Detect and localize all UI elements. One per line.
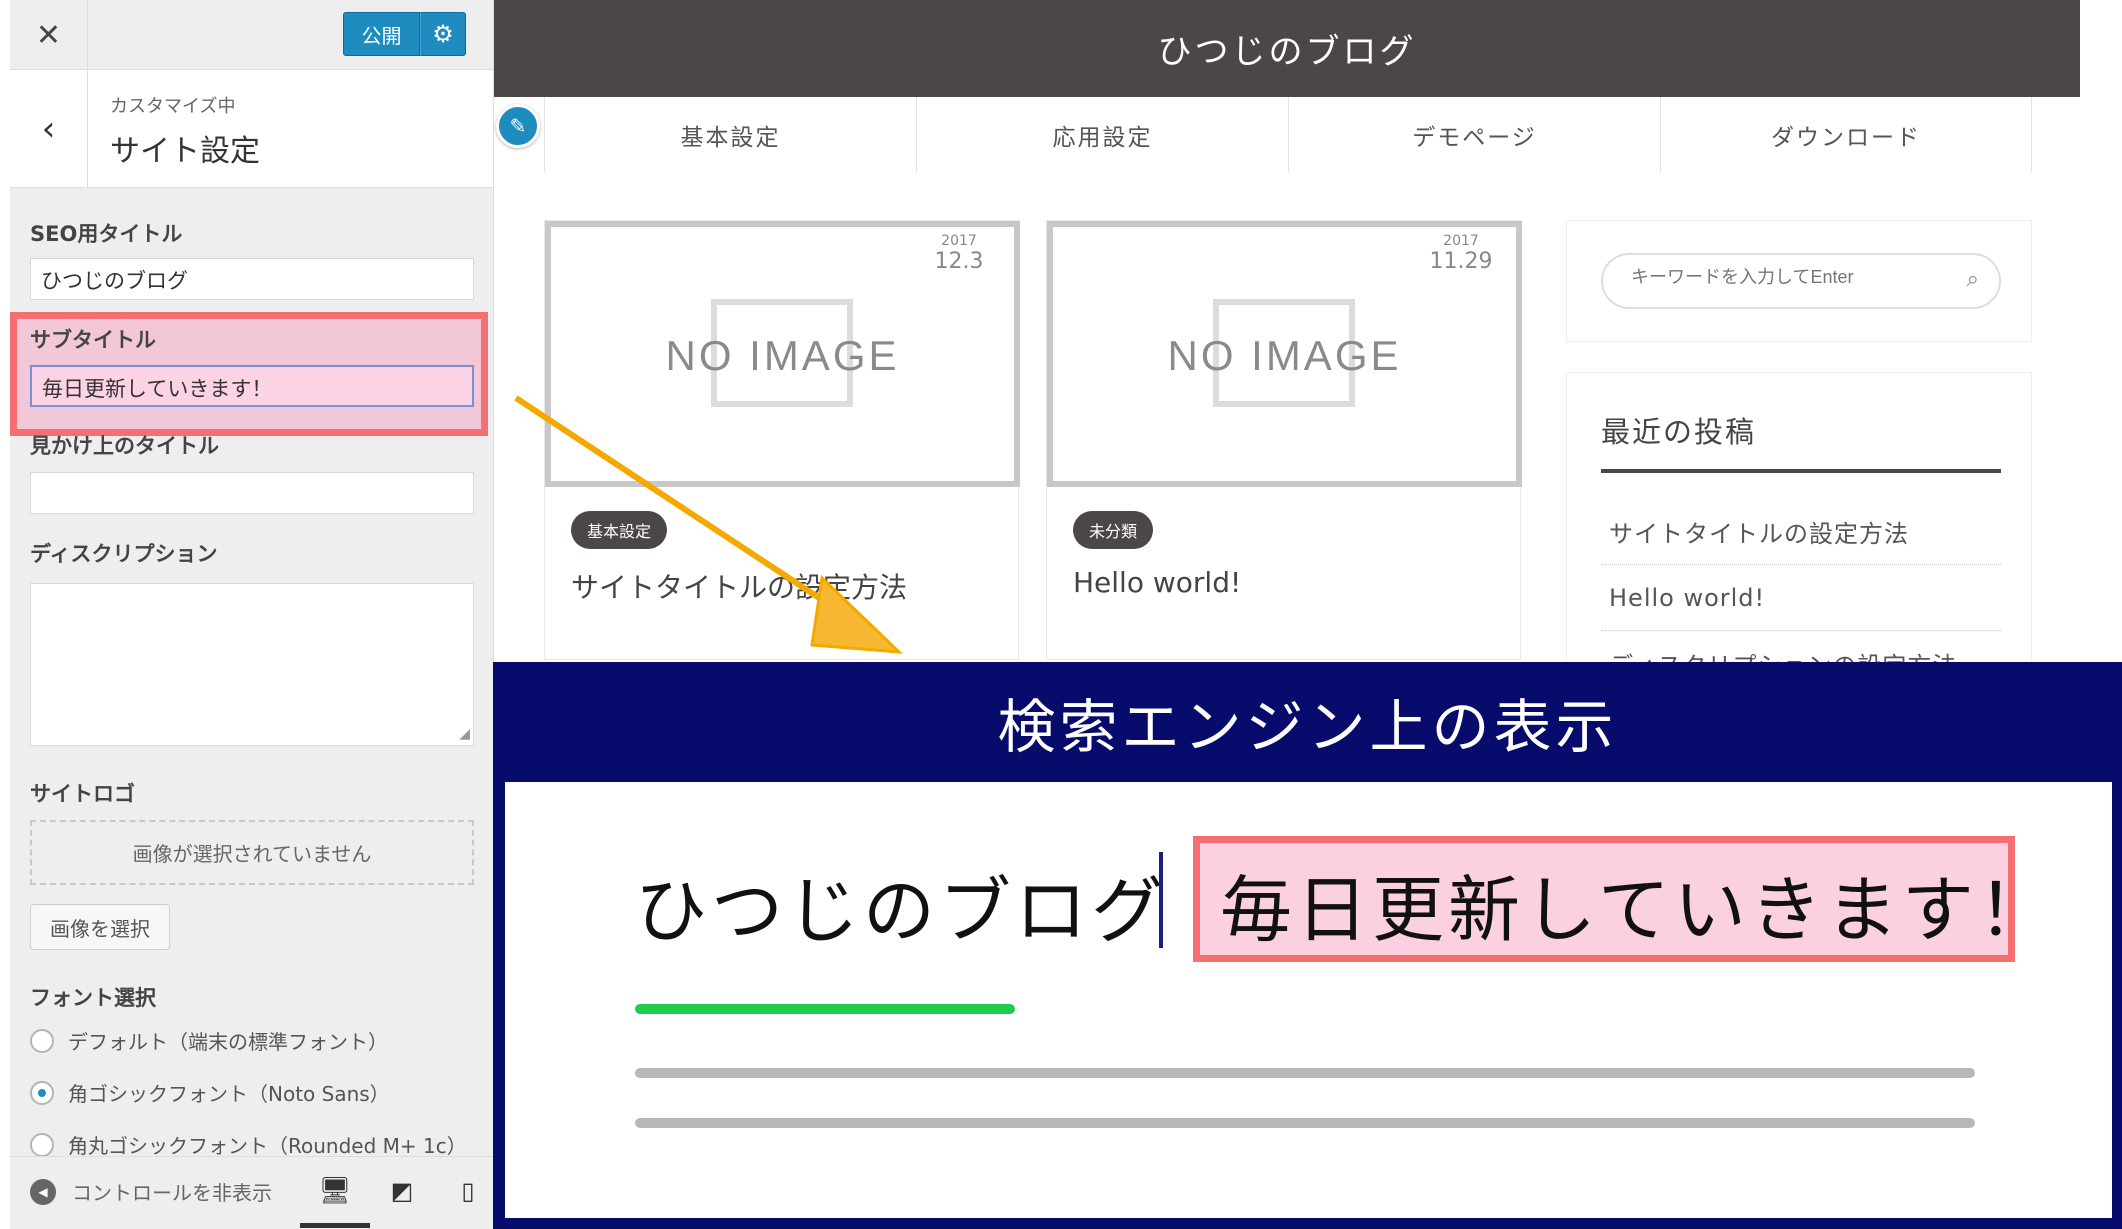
post-day: 12.3 [934, 249, 984, 274]
nav-item[interactable]: 基本設定 [544, 97, 916, 172]
radio-button[interactable] [30, 1132, 54, 1157]
search-box[interactable]: ⌕ [1601, 253, 2001, 309]
recent-posts-title: 最近の投稿 [1601, 415, 1757, 449]
post-card[interactable]: NO IMAGE 2017 12.3 基本設定 サイトタイトルの設定方法 [544, 220, 1020, 660]
section-title: サイト設定 [110, 134, 260, 169]
post-day: 11.29 [1429, 249, 1493, 274]
post-date: 2017 11.29 [1420, 227, 1502, 289]
active-device-indicator [300, 1223, 370, 1228]
font-option-label: 角ゴシックフォント（Noto Sans） [68, 1082, 390, 1106]
subtitle-input[interactable]: 毎日更新していきます！ [30, 365, 474, 407]
gear-icon[interactable]: ⚙ [420, 12, 466, 56]
post-card[interactable]: NO IMAGE 2017 11.29 未分類 Hello world! [1046, 220, 1522, 660]
close-icon[interactable]: ✕ [10, 0, 88, 70]
serp-separator [1159, 852, 1163, 948]
tablet-device-icon[interactable]: ◩ [382, 1171, 422, 1211]
breadcrumb: カスタマイズ中 [110, 96, 236, 117]
post-title[interactable]: Hello world! [1073, 566, 1241, 599]
screen: ✕ 公開 ⚙ ‹ カスタマイズ中 サイト設定 SEO用タイトル ひつじのブログ … [0, 0, 2122, 1229]
serp-text-placeholder [635, 1118, 1975, 1128]
recent-post-link[interactable]: サイトタイトルの設定方法 [1601, 499, 2001, 565]
description-label: ディスクリプション [30, 542, 218, 566]
seo-title-input[interactable]: ひつじのブログ [30, 258, 474, 300]
post-thumbnail: NO IMAGE 2017 11.29 [1047, 221, 1522, 487]
category-badge[interactable]: 基本設定 [571, 511, 668, 549]
search-widget: ⌕ [1566, 220, 2032, 342]
font-option-rounded[interactable]: 角丸ゴシックフォント（Rounded M+ 1c） [30, 1130, 467, 1159]
serp-text-placeholder [635, 1068, 1975, 1078]
serp-subtitle-highlight: 毎日更新していきます！ [1193, 836, 2050, 962]
seo-title-label: SEO用タイトル [30, 222, 183, 246]
no-image-text: NO IMAGE [1167, 332, 1402, 379]
resize-grip-icon[interactable]: ◢ [459, 726, 470, 742]
customizer-footer: ◀ コントロールを非表示 🖥 ◩ ▯ [10, 1156, 493, 1229]
site-logo-label: サイトロゴ [30, 782, 135, 806]
hide-controls-button[interactable]: ◀ コントロールを非表示 [30, 1177, 272, 1206]
description-textarea[interactable]: ◢ [30, 583, 474, 746]
logo-placeholder: 画像が選択されていません [30, 820, 474, 885]
category-badge[interactable]: 未分類 [1073, 511, 1154, 549]
post-title[interactable]: サイトタイトルの設定方法 [571, 566, 907, 606]
search-icon[interactable]: ⌕ [1967, 267, 1979, 292]
apparent-title-label: 見かけ上のタイトル [30, 434, 219, 458]
radio-button-selected[interactable] [30, 1080, 54, 1105]
nav-item[interactable]: デモページ [1288, 97, 1660, 172]
font-select-label: フォント選択 [30, 986, 156, 1010]
mobile-device-icon[interactable]: ▯ [448, 1171, 488, 1211]
radio-button[interactable] [30, 1028, 54, 1053]
serp-heading: 検索エンジン上の表示 [997, 693, 1618, 761]
subtitle-label: サブタイトル [30, 328, 156, 352]
customizer-panel: ✕ 公開 ⚙ ‹ カスタマイズ中 サイト設定 SEO用タイトル ひつじのブログ … [10, 0, 494, 1229]
edit-pencil-icon[interactable]: ✎ [496, 104, 540, 148]
serp-result: ひつじのブログ 毎日更新していきます！ [505, 782, 2112, 1218]
site-nav: 基本設定 応用設定 デモページ ダウンロード [544, 97, 2032, 172]
collapse-arrow-icon: ◀ [30, 1178, 56, 1205]
section-header: ‹ カスタマイズ中 サイト設定 [10, 70, 493, 188]
no-image-text: NO IMAGE [665, 332, 900, 379]
font-option-label: 角丸ゴシックフォント（Rounded M+ 1c） [68, 1134, 467, 1158]
nav-item[interactable]: ダウンロード [1660, 97, 2032, 172]
site-header[interactable]: ひつじのブログ [494, 0, 2080, 97]
post-thumbnail: NO IMAGE 2017 12.3 [545, 221, 1020, 487]
select-image-button[interactable]: 画像を選択 [30, 904, 170, 950]
post-year: 2017 [941, 233, 977, 249]
customizer-topbar: ✕ 公開 ⚙ [10, 0, 493, 70]
search-input[interactable] [1631, 267, 1951, 288]
back-chevron-icon[interactable]: ‹ [10, 70, 88, 188]
nav-item[interactable]: 応用設定 [916, 97, 1288, 172]
recent-post-link[interactable]: Hello world! [1601, 565, 2001, 631]
publish-button[interactable]: 公開 [343, 12, 420, 56]
serp-subtitle: 毎日更新していきます！ [1220, 868, 2054, 952]
desktop-device-icon[interactable]: 🖥 [315, 1171, 355, 1211]
post-date: 2017 12.3 [918, 227, 1000, 289]
font-option-default[interactable]: デフォルト（端末の標準フォント） [30, 1026, 388, 1055]
search-engine-preview: 検索エンジン上の表示 ひつじのブログ 毎日更新していきます！ [493, 662, 2122, 1229]
font-option-label: デフォルト（端末の標準フォント） [68, 1030, 388, 1054]
serp-url-placeholder [635, 1004, 1015, 1014]
serp-site-title: ひつじのブログ [635, 869, 1168, 953]
hide-controls-label: コントロールを非表示 [72, 1181, 272, 1205]
font-option-noto[interactable]: 角ゴシックフォント（Noto Sans） [30, 1078, 390, 1107]
post-year: 2017 [1443, 233, 1479, 249]
divider [1601, 469, 2001, 473]
recent-posts-widget: 最近の投稿 サイトタイトルの設定方法 Hello world! ディスクリプショ… [1566, 372, 2032, 697]
apparent-title-input[interactable] [30, 472, 474, 514]
